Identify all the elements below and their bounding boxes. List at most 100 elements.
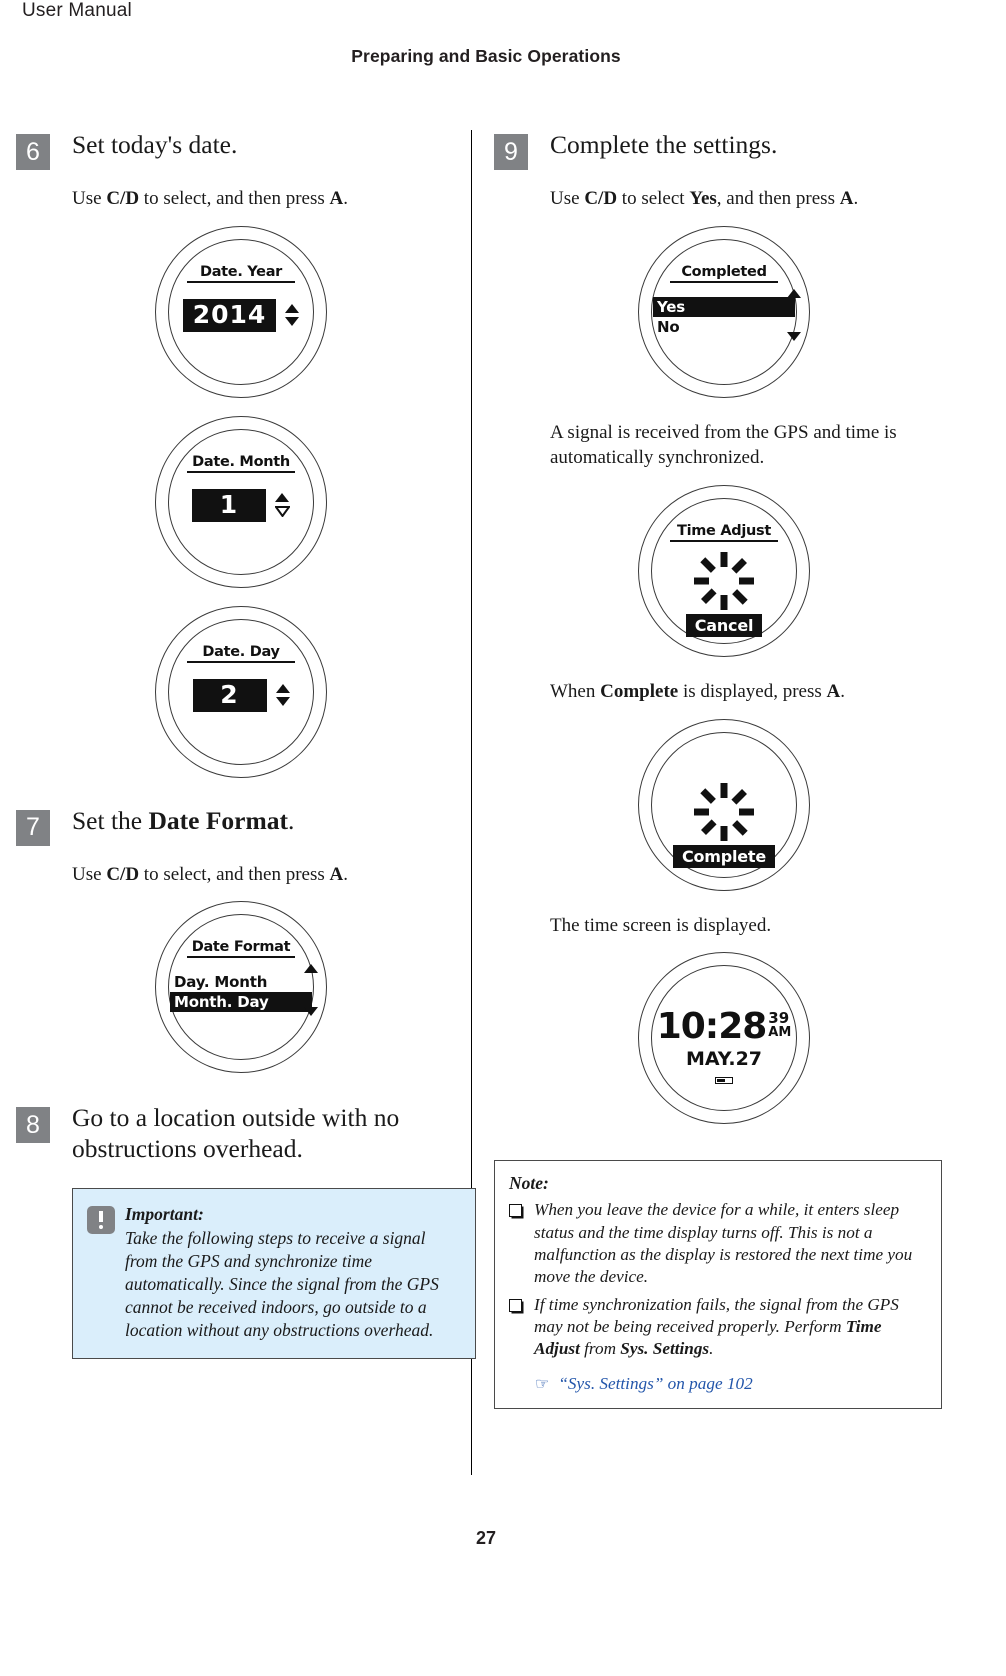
important-text: Take the following steps to receive a si…	[125, 1227, 439, 1340]
complete-text-period: .	[840, 680, 845, 702]
lcd-title: Date Format	[191, 939, 291, 956]
sunburst-spinner-icon	[694, 783, 754, 842]
page-number: 27	[475, 1528, 497, 1548]
note-bold-sys-settings: Sys. Settings	[620, 1339, 710, 1359]
time-seconds: 39	[768, 1009, 790, 1028]
step-7-instr-end: .	[343, 863, 349, 885]
exclamation-icon	[87, 1206, 115, 1235]
lcd-divider	[187, 470, 295, 473]
watch-screen-completed-wrap: Completed Yes No	[494, 225, 954, 398]
lcd-title: Time Adjust	[676, 522, 771, 539]
spinner-arrows	[275, 493, 290, 518]
lcd-title: Completed	[681, 263, 767, 280]
cancel-button[interactable]: Cancel	[685, 613, 763, 637]
signal-received-text: A signal is received from the GPS and ti…	[550, 421, 897, 469]
step-7-instr-pre: Use	[72, 863, 107, 885]
list-item-selected[interactable]: Month. Day	[170, 992, 312, 1013]
list-item-selected[interactable]: Yes	[653, 296, 795, 317]
time-hours-minutes: 10:28	[656, 1006, 768, 1048]
step-6-instr-pre: Use	[72, 188, 107, 209]
step-9-instr-mid2: , and then press	[716, 188, 840, 209]
lcd-title: Date. Month	[192, 453, 290, 470]
watch-screen-complete: Complete	[638, 718, 810, 891]
step-7-title-end: .	[287, 805, 295, 835]
lcd-divider	[187, 280, 295, 283]
step-7-instr-mid: to select, and then press	[139, 863, 330, 885]
watch-screen-completed: Completed Yes No	[638, 225, 810, 398]
note-item: If time synchronization fails, the signa…	[509, 1294, 927, 1361]
up-triangle-icon	[304, 964, 318, 974]
spinner-arrows	[285, 304, 300, 327]
list-scroll-arrows	[787, 288, 801, 341]
step-9-instr-mid: to select	[617, 188, 690, 209]
step-6: 6 Set today's date.	[16, 130, 466, 170]
watch-screen-date-year: Date. Year 2014	[155, 225, 327, 398]
step-7-title-bold: Date Format	[148, 805, 288, 835]
list-item[interactable]: Day. Month	[170, 972, 312, 992]
lcd-value-year: 2014	[182, 298, 277, 332]
complete-text-pre: When	[550, 680, 601, 702]
down-triangle-icon	[304, 1007, 318, 1017]
step-7-key-cd: C/D	[106, 863, 140, 885]
note-text-mid: from	[579, 1339, 621, 1359]
step-6-number: 6	[16, 134, 50, 170]
step-6-instr-mid: to select, and then press	[139, 188, 330, 209]
step-9: 9 Complete the settings.	[494, 130, 954, 170]
note-text-pre: If time synchronization fails, the signa…	[534, 1294, 899, 1336]
step-9-title: Complete the settings.	[550, 130, 778, 159]
note-callout: Note: When you leave the device for a wh…	[494, 1160, 942, 1409]
watch-screen-date-day: Date. Day 2	[155, 605, 327, 778]
watch-screen-time-adjust: Time Adjust Cancel	[638, 484, 810, 657]
step-6-key-a: A	[329, 188, 344, 209]
complete-text-end: is displayed, press	[678, 680, 827, 702]
time-date: MAY.27	[685, 1048, 763, 1071]
down-triangle-icon	[285, 317, 300, 327]
list-scroll-arrows	[304, 964, 318, 1017]
battery-icon	[715, 1077, 733, 1085]
up-triangle-icon	[275, 684, 290, 694]
checkbox-bullet-icon	[509, 1298, 522, 1312]
step-7-number: 7	[16, 809, 50, 846]
watch-screen-complete-wrap: Complete	[494, 718, 954, 891]
cross-reference-link[interactable]: ☞ “Sys. Settings” on page 102	[535, 1374, 927, 1394]
spinner-arrows	[275, 684, 290, 707]
complete-button[interactable]: Complete	[672, 845, 776, 869]
step-7: 7 Set the Date Format.	[16, 806, 466, 846]
watch-screen-date-month-wrap: Date. Month 1	[16, 415, 466, 588]
right-column: 9 Complete the settings. Use C/D to sele…	[494, 130, 954, 1409]
lcd-value-day: 2	[192, 678, 267, 712]
watch-screen-date-year-wrap: Date. Year 2014	[16, 225, 466, 398]
step-7-key-a: A	[329, 863, 344, 885]
watch-screen-time: 10:28 39 AM MAY.27	[638, 952, 810, 1125]
lcd-value-month: 1	[192, 488, 266, 522]
complete-text-bold: Complete	[600, 680, 679, 702]
lcd-divider	[670, 280, 778, 283]
step-6-instruction: Use C/D to select, and then press A.	[72, 186, 466, 212]
up-triangle-icon	[275, 493, 289, 503]
step-9-number: 9	[494, 134, 528, 170]
left-column: 6 Set today's date. Use C/D to select, a…	[16, 130, 476, 1360]
watch-screen-time-wrap: 10:28 39 AM MAY.27	[494, 952, 954, 1125]
cross-reference-text[interactable]: “Sys. Settings” on page 102	[558, 1374, 752, 1394]
pointing-hand-icon: ☞	[535, 1375, 550, 1393]
note-text-end: .	[709, 1339, 714, 1359]
lcd-title: Date. Day	[202, 643, 280, 660]
down-triangle-hollow-icon	[275, 506, 290, 518]
step-7-instruction: Use C/D to select, and then press A.	[72, 862, 466, 888]
up-triangle-icon	[787, 288, 801, 298]
step-9-key-yes: Yes	[689, 188, 717, 209]
watch-screen-date-format: Date Format Day. Month Month. Day	[155, 901, 327, 1074]
step-7-title-pre: Set the	[72, 805, 149, 835]
step-9-key-a: A	[839, 188, 854, 209]
time-display: 10:28 39 AM	[656, 1006, 792, 1048]
step-8-title: Go to a location outside with no obstruc…	[72, 1103, 400, 1163]
sunburst-spinner-icon	[694, 551, 754, 610]
watch-screen-date-format-wrap: Date Format Day. Month Month. Day	[16, 901, 466, 1074]
important-callout: Important: Take the following steps to r…	[72, 1188, 476, 1360]
list-item[interactable]: No	[653, 317, 795, 337]
note-item-text: When you leave the device for a while, i…	[534, 1200, 913, 1287]
step-8-number: 8	[16, 1107, 50, 1144]
user-manual-label: User Manual	[22, 0, 132, 21]
note-item-text: If time synchronization fails, the signa…	[534, 1294, 927, 1361]
lcd-divider	[187, 956, 295, 959]
